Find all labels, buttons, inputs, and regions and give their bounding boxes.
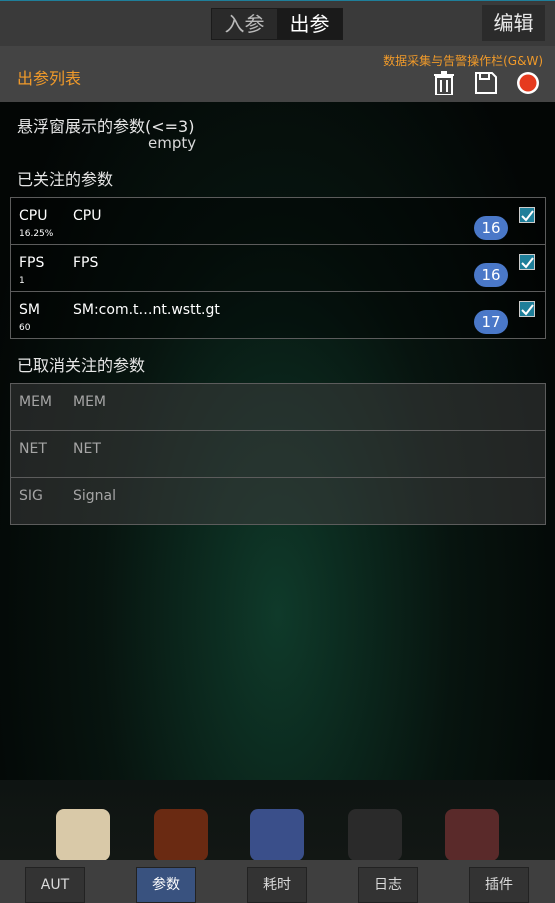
followed-row-cpu[interactable]: CPU 16.25% CPU 16 [11, 198, 545, 245]
edit-button[interactable]: 编辑 [482, 5, 545, 41]
app-icon [154, 809, 208, 861]
param-name: Signal [73, 488, 117, 504]
tab-plugins[interactable]: 插件 [469, 867, 529, 903]
unfollowed-row-net[interactable]: NET NET [11, 431, 545, 478]
checkbox-checked-icon[interactable] [519, 301, 535, 317]
tab-output-params[interactable]: 出参 [277, 9, 342, 39]
followed-row-fps[interactable]: FPS 1 FPS 16 [11, 245, 545, 292]
app-icon [348, 809, 402, 861]
unfollowed-row-sig[interactable]: SIG Signal [11, 478, 545, 524]
tab-timing[interactable]: 耗时 [247, 867, 307, 903]
param-name: CPU [73, 208, 102, 224]
param-key: CPU [19, 208, 48, 224]
param-key: NET [19, 441, 47, 457]
param-mode-toggle: 入参 出参 [211, 8, 343, 40]
checkbox-checked-icon[interactable] [519, 254, 535, 270]
param-name: NET [73, 441, 101, 457]
ops-label: 数据采集与告警操作栏(G&W) [383, 54, 543, 68]
background-app-dock [0, 780, 555, 861]
tab-aut[interactable]: AUT [25, 867, 85, 903]
param-key: MEM [19, 394, 53, 410]
param-value: 60 [19, 323, 31, 333]
panel-header: 出参列表 数据采集与告警操作栏(G&W) [0, 46, 555, 102]
tab-input-params[interactable]: 入参 [212, 9, 277, 39]
param-key: SM [19, 302, 40, 318]
checkbox-checked-icon[interactable] [519, 207, 535, 223]
param-key: FPS [19, 255, 45, 271]
followed-params-list: CPU 16.25% CPU 16 FPS 1 FPS 16 SM 60 SM:… [10, 197, 546, 339]
floating-empty-text: empty [148, 134, 197, 152]
param-name: SM:com.t…nt.wstt.gt [73, 302, 220, 318]
followed-row-sm[interactable]: SM 60 SM:com.t…nt.wstt.gt 17 [11, 292, 545, 338]
ops-toolbar [431, 70, 541, 96]
app-icon [250, 809, 304, 861]
unfollowed-params-label: 已取消关注的参数 [17, 356, 146, 375]
tab-params[interactable]: 参数 [136, 867, 196, 903]
param-name: MEM [73, 394, 107, 410]
unfollowed-row-mem[interactable]: MEM MEM [11, 384, 545, 431]
count-badge: 16 [474, 216, 508, 240]
param-value: 1 [19, 276, 25, 286]
param-key: SIG [19, 488, 43, 504]
app-icon [56, 809, 110, 861]
tab-logs[interactable]: 日志 [358, 867, 418, 903]
unfollowed-params-list: MEM MEM NET NET SIG Signal [10, 383, 546, 525]
top-bar: 入参 出参 编辑 [0, 0, 555, 47]
count-badge: 16 [474, 263, 508, 287]
save-icon[interactable] [473, 70, 499, 96]
followed-params-label: 已关注的参数 [17, 170, 114, 189]
bottom-tab-bar: AUT 参数 耗时 日志 插件 [0, 860, 555, 903]
app-icon [445, 809, 499, 861]
record-icon[interactable] [515, 70, 541, 96]
count-badge: 17 [474, 310, 508, 334]
trash-icon[interactable] [431, 70, 457, 96]
page-title: 出参列表 [17, 69, 82, 88]
param-value: 16.25% [19, 229, 54, 239]
param-name: FPS [73, 255, 99, 271]
